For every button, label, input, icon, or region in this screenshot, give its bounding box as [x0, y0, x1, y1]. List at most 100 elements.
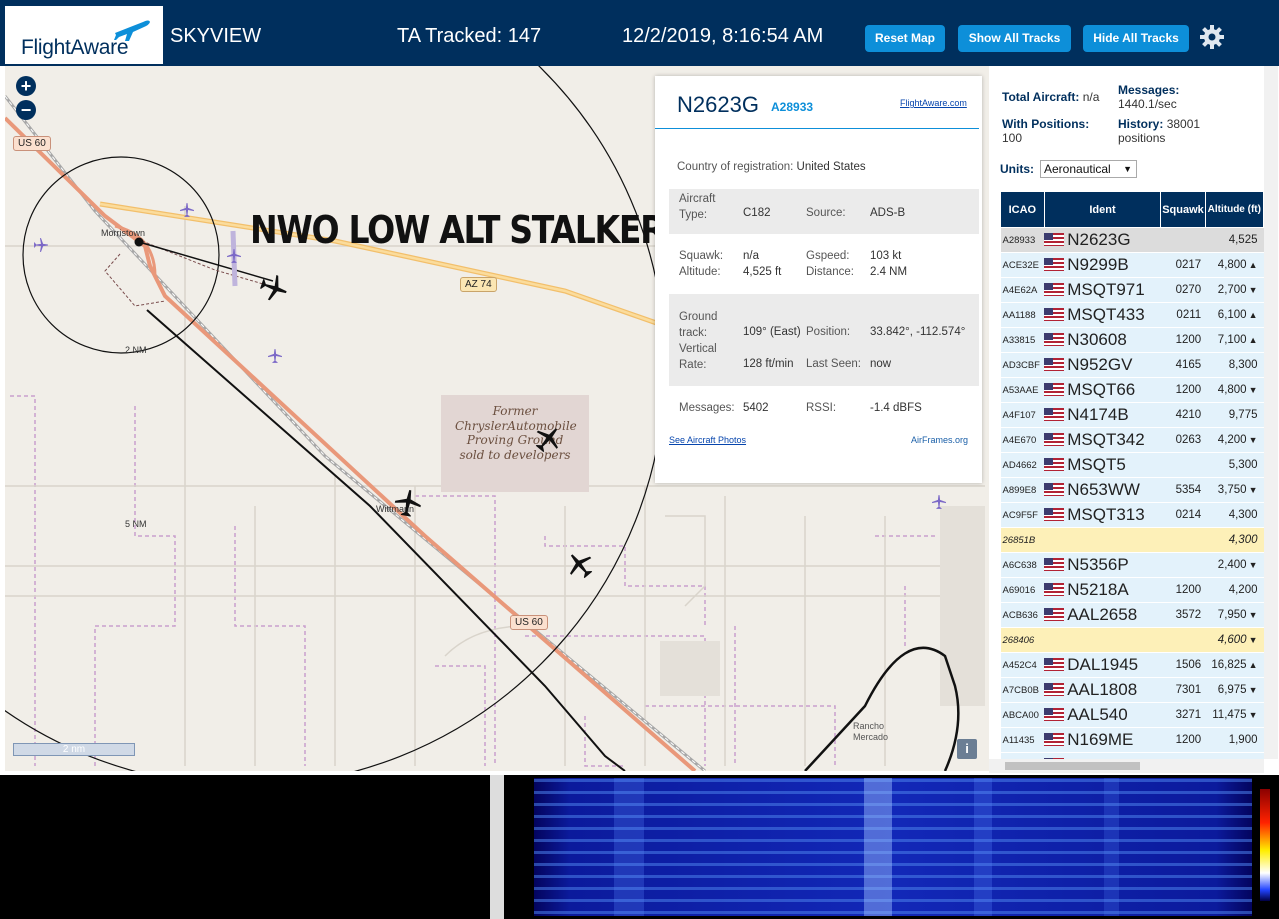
aircraft-row[interactable]: A6C638 N5356P 2,400 ▼ — [1000, 552, 1264, 578]
reset-map-button[interactable]: Reset Map — [865, 25, 945, 52]
aircraft-row[interactable]: A4F107 N4174B 4210 9,775 — [1000, 402, 1264, 428]
row-icao: AC9F5F — [1000, 502, 1045, 528]
col-squawk[interactable]: Squawk — [1160, 191, 1206, 228]
row-ident-text: N5356P — [1067, 555, 1129, 574]
aircraft-row[interactable]: A28933 N2623G 4,525 — [1000, 227, 1264, 253]
aircraft-row[interactable]: AA1188 MSQT433 0211 6,100 ▲ — [1000, 302, 1264, 328]
row-ident-text: N4174B — [1067, 405, 1129, 424]
az74-shield: AZ 74 — [460, 277, 497, 292]
aircraft-selected-icon[interactable] — [259, 273, 289, 303]
row-squawk — [1160, 227, 1206, 253]
aircraft-row[interactable]: A452C4 DAL1945 1506 16,825 ▲ — [1000, 652, 1264, 678]
source-label: Source: — [806, 207, 846, 219]
row-altitude-value: 16,825 — [1211, 659, 1247, 671]
row-altitude-value: 4,200 — [1217, 434, 1247, 446]
aircraft-row[interactable]: A69016 N5218A 1200 4,200 — [1000, 577, 1264, 603]
row-ident: N30608 — [1044, 327, 1161, 353]
aircraft-photos-link[interactable]: See Aircraft Photos — [669, 435, 746, 445]
aircraft-row[interactable]: AC9F5F MSQT313 0214 4,300 — [1000, 502, 1264, 528]
vrate-label: Vertical Rate: — [679, 343, 717, 371]
col-altitude[interactable]: Altitude (ft) — [1204, 191, 1264, 228]
aircraft-mlat-icon[interactable] — [179, 202, 195, 218]
col-icao[interactable]: ICAO — [1000, 191, 1045, 228]
map-info-button[interactable]: i — [957, 739, 977, 759]
flightaware-logo[interactable]: FlightAware — [5, 6, 163, 64]
aircraft-row[interactable]: A899E8 N653WW 5354 3,750 ▼ — [1000, 477, 1264, 503]
row-altitude: 7,100 ▲ — [1205, 327, 1264, 353]
row-squawk: 0263 — [1160, 427, 1206, 453]
row-squawk — [1160, 527, 1206, 553]
sidebar-scrollbar[interactable] — [1264, 66, 1278, 759]
altitude-trend-icon: ▲ — [1248, 335, 1258, 345]
row-icao: A69016 — [1000, 577, 1045, 603]
row-ident: MSQT66 — [1044, 377, 1161, 403]
row-icao: A899E8 — [1000, 477, 1045, 503]
units-dropdown[interactable]: Aeronautical ▼ — [1040, 160, 1137, 178]
aircraft-mlat-icon[interactable] — [226, 248, 242, 264]
aircraft-row[interactable]: A7CB0B AAL1808 7301 6,975 ▼ — [1000, 677, 1264, 703]
scroll-thumb[interactable] — [1005, 762, 1140, 770]
row-altitude-value: 7,950 — [1217, 609, 1247, 621]
row-ident: AAL1808 — [1044, 677, 1161, 703]
aircraft-row[interactable]: A33815 N30608 1200 7,100 ▲ — [1000, 327, 1264, 353]
aircraft-row[interactable]: ACE32E N9299B 0217 4,800 ▲ — [1000, 252, 1264, 278]
row-ident: DAL1945 — [1044, 652, 1161, 678]
row-ident: MSQT342 — [1044, 427, 1161, 453]
row-altitude: 8,300 — [1205, 352, 1264, 378]
flightaware-link[interactable]: FlightAware.com — [900, 98, 967, 108]
aircraft-icon[interactable] — [565, 550, 595, 580]
row-altitude-value: 9,775 — [1228, 409, 1258, 421]
aircraft-row[interactable]: A53AAE MSQT66 1200 4,800 ▼ — [1000, 377, 1264, 403]
show-all-tracks-button[interactable]: Show All Tracks — [958, 25, 1071, 52]
chevron-down-icon: ▼ — [1123, 164, 1132, 174]
hide-all-tracks-button[interactable]: Hide All Tracks — [1083, 25, 1189, 52]
row-squawk: 1200 — [1160, 727, 1206, 753]
aircraft-icon[interactable] — [533, 424, 563, 454]
aircraft-row[interactable]: ABCA00 AAL540 3271 11,475 ▼ — [1000, 702, 1264, 728]
popup-hex: A28933 — [771, 100, 814, 114]
row-icao: A33815 — [1000, 327, 1045, 353]
aircraft-mlat-icon[interactable] — [931, 494, 947, 510]
aircraft-row[interactable]: A4E670 MSQT342 0263 4,200 ▼ — [1000, 427, 1264, 453]
aircraft-mlat-icon[interactable] — [33, 237, 49, 253]
aircraft-sidebar: Total Aircraft: n/a Messages: 1440.1/sec… — [989, 66, 1279, 775]
morristown-label: Morristown — [101, 228, 146, 238]
country-value: United States — [796, 161, 866, 173]
row-squawk: 0214 — [1160, 502, 1206, 528]
us-flag-icon — [1044, 658, 1065, 671]
source-value: ADS-B — [870, 207, 906, 219]
table-horizontal-scrollbar[interactable] — [989, 759, 1264, 773]
altitude-value: 4,525 ft — [743, 266, 782, 278]
rssi-label: RSSI: — [806, 402, 837, 414]
row-squawk — [1160, 552, 1206, 578]
row-ident-text: MSQT971 — [1067, 280, 1145, 299]
row-altitude: 11,475 ▼ — [1205, 702, 1264, 728]
aircraft-row[interactable]: AD4662 MSQT5 5,300 — [1000, 452, 1264, 478]
squawk-value: n/a — [743, 250, 759, 262]
aircraft-row[interactable]: A4E62A MSQT971 0270 2,700 ▼ — [1000, 277, 1264, 303]
aircraft-row[interactable]: A11435 N169ME 1200 1,900 — [1000, 727, 1264, 753]
us-flag-icon — [1044, 733, 1065, 746]
gear-icon[interactable] — [1199, 24, 1225, 50]
clock: 12/2/2019, 8:16:54 AM — [622, 25, 824, 47]
us-flag-icon — [1044, 308, 1065, 321]
row-altitude-value: 2,400 — [1217, 559, 1247, 571]
zoom-out-button[interactable]: − — [16, 100, 36, 120]
aircraft-icon[interactable] — [393, 488, 423, 518]
airframes-link[interactable]: AirFrames.org — [911, 435, 968, 445]
row-altitude: 4,800 ▲ — [1205, 252, 1264, 278]
row-ident-text: N9299B — [1067, 255, 1129, 274]
history-stat-label: History: — [1118, 117, 1164, 131]
aircraft-row[interactable]: ACB636 AAL2658 3572 7,950 ▼ — [1000, 602, 1264, 628]
annotation-text: NWO LOW ALT STALKER — [250, 208, 666, 252]
row-ident: N9299B — [1044, 252, 1161, 278]
row-altitude-value: 4,525 — [1228, 234, 1258, 246]
aircraft-row[interactable]: 26851B 4,300 — [1000, 527, 1264, 553]
zoom-in-button[interactable]: + — [16, 76, 36, 96]
us60-shield-2: US 60 — [510, 615, 548, 630]
distance-value: 2.4 NM — [870, 266, 908, 278]
col-ident[interactable]: Ident — [1043, 191, 1162, 228]
aircraft-row[interactable]: 268406 4,600 ▼ — [1000, 627, 1264, 653]
aircraft-row[interactable]: AD3CBF N952GV 4165 8,300 — [1000, 352, 1264, 378]
aircraft-mlat-icon[interactable] — [267, 348, 283, 364]
